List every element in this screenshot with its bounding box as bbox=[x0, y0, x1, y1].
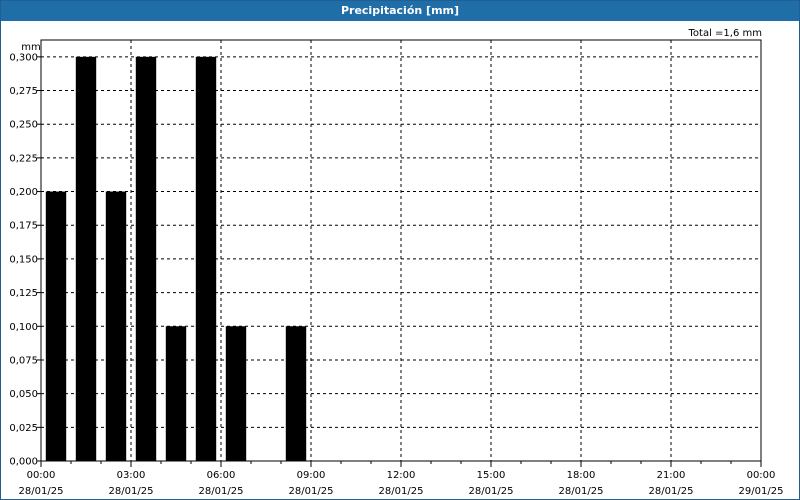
x-tick-time-label: 03:00 bbox=[117, 470, 146, 481]
x-tick-time-label: 06:00 bbox=[207, 470, 236, 481]
x-tick-date-label: 28/01/25 bbox=[19, 486, 64, 497]
y-tick-label: 0,225 bbox=[9, 153, 38, 164]
y-tick-label: 0,250 bbox=[9, 120, 38, 131]
x-tick-time-label: 15:00 bbox=[477, 470, 506, 481]
y-tick-label: 0,100 bbox=[9, 322, 38, 333]
y-tick-label: 0,050 bbox=[9, 389, 38, 400]
x-tick-date-label: 28/01/25 bbox=[289, 486, 334, 497]
x-tick-date-label: 28/01/25 bbox=[379, 486, 424, 497]
y-tick-label: 0,000 bbox=[9, 457, 38, 468]
precipitation-bar bbox=[135, 56, 157, 462]
y-tick-label: 0,150 bbox=[9, 254, 38, 265]
y-tick-label: 0,175 bbox=[9, 221, 38, 232]
precipitation-bar bbox=[195, 56, 217, 462]
y-tick-label: 0,275 bbox=[9, 86, 38, 97]
y-tick-label: 0,025 bbox=[9, 423, 38, 434]
x-tick-date-label: 28/01/25 bbox=[469, 486, 514, 497]
y-tick-label: 0,125 bbox=[9, 288, 38, 299]
precipitation-bar bbox=[105, 191, 127, 461]
x-tick-date-label: 29/01/25 bbox=[739, 486, 784, 497]
chart-canvas: mm Total =1,6 mm 0,0000,0250,0500,0750,1… bbox=[9, 28, 784, 497]
x-tick-date-label: 28/01/25 bbox=[109, 486, 154, 497]
x-tick-time-label: 18:00 bbox=[567, 470, 596, 481]
x-tick-time-label: 09:00 bbox=[297, 470, 326, 481]
x-tick-date-label: 28/01/25 bbox=[559, 486, 604, 497]
precipitation-bar bbox=[285, 326, 307, 461]
y-tick-label: 0,075 bbox=[9, 355, 38, 366]
x-tick-date-label: 28/01/25 bbox=[199, 486, 244, 497]
precipitation-bar bbox=[75, 56, 97, 462]
total-label: Total =1,6 mm bbox=[688, 28, 762, 39]
x-tick-time-label: 00:00 bbox=[747, 470, 776, 481]
precipitation-bar bbox=[45, 191, 67, 461]
x-tick-date-label: 28/01/25 bbox=[649, 486, 694, 497]
y-tick-label: 0,300 bbox=[9, 52, 38, 63]
y-tick-label: 0,200 bbox=[9, 187, 38, 198]
precipitation-bar bbox=[165, 326, 187, 461]
x-tick-time-label: 12:00 bbox=[387, 470, 416, 481]
x-tick-time-label: 21:00 bbox=[657, 470, 686, 481]
precipitation-bar bbox=[225, 326, 247, 461]
x-tick-time-label: 00:00 bbox=[27, 470, 56, 481]
